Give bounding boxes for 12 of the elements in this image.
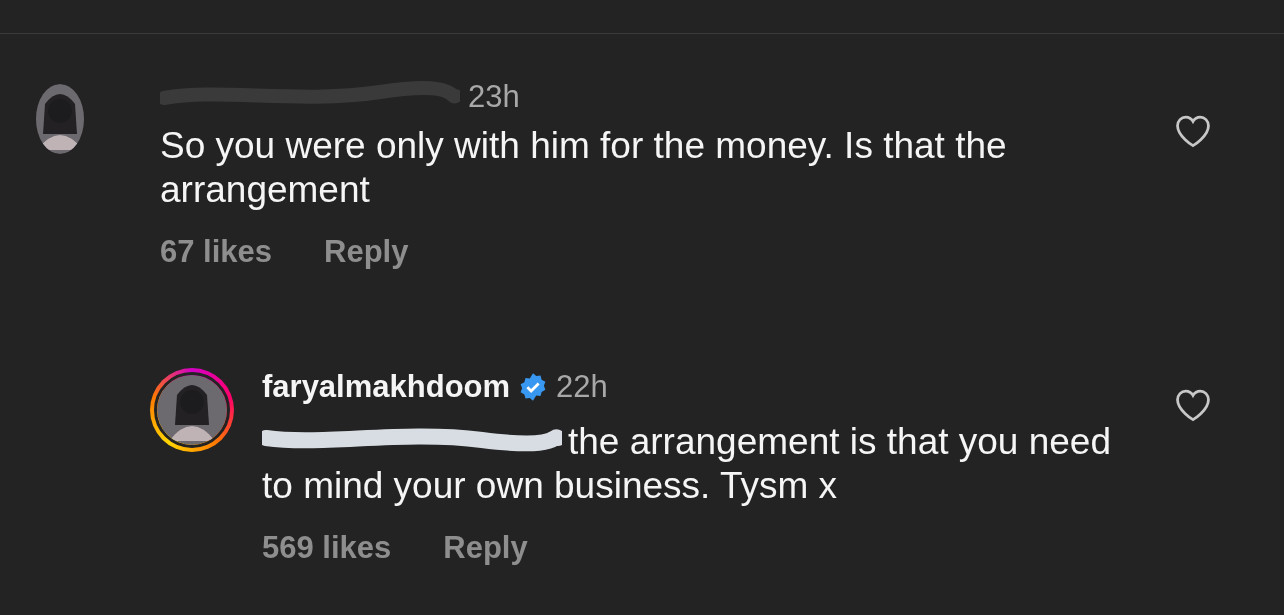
likes-count[interactable]: 569 likes: [262, 530, 392, 566]
likes-count[interactable]: 67 likes: [160, 234, 273, 270]
comment-time: 23h: [468, 79, 520, 115]
heart-icon[interactable]: [1174, 388, 1212, 422]
reply-button[interactable]: Reply: [443, 530, 528, 566]
comment-time: 22h: [556, 369, 608, 405]
username[interactable]: faryalmakhdoom: [262, 369, 511, 405]
heart-icon[interactable]: [1174, 114, 1212, 148]
avatar[interactable]: [36, 84, 84, 154]
comment-text: So you were only with him for the money. Is that the arrangement: [160, 125, 1007, 210]
comment-text: the arrangement is that you need to mind your own business. Tysm x: [262, 421, 1112, 506]
reply-button[interactable]: Reply: [324, 234, 409, 270]
